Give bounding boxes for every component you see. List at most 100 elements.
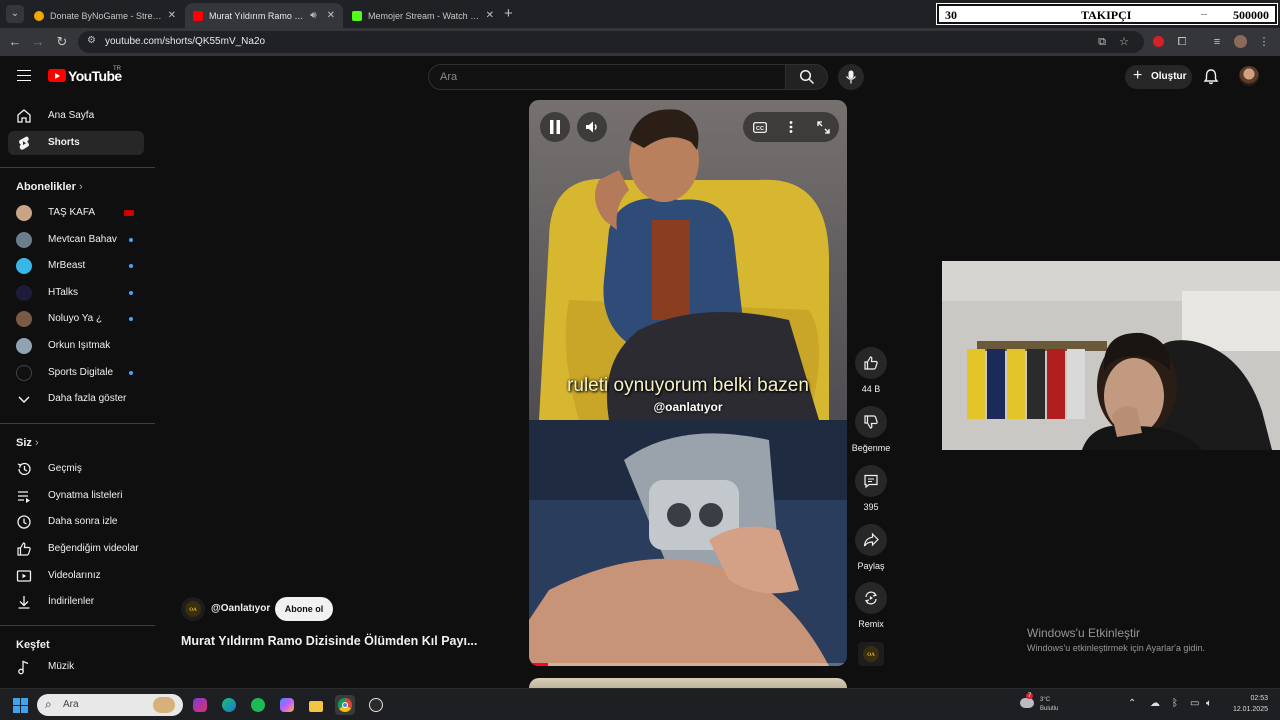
bookmark-star-icon[interactable]: ☆ xyxy=(1116,34,1132,50)
close-tab-icon[interactable]: ✕ xyxy=(486,10,494,21)
speaker-icon[interactable]: 🔊︎ xyxy=(310,10,316,21)
sidebar-item-home[interactable]: Ana Sayfa xyxy=(8,104,144,128)
search-button[interactable] xyxy=(786,64,828,90)
remix-button[interactable]: Remix xyxy=(855,582,887,629)
subscription-item[interactable]: Orkun Işıtmak xyxy=(8,334,144,358)
subscription-item[interactable]: Mevtcan Bahav xyxy=(8,228,144,252)
tab-title: Memojer Stream - Watch Live xyxy=(368,10,480,21)
new-tab-icon[interactable]: + xyxy=(504,5,513,22)
short-title[interactable]: Murat Yıldırım Ramo Dizisinde Ölümden Kı… xyxy=(181,634,477,648)
dislike-button[interactable]: Beğenme xyxy=(852,406,890,453)
share-button[interactable]: Paylaş xyxy=(855,524,887,571)
clock-time: 02:53 xyxy=(1250,695,1268,702)
voice-search-button[interactable] xyxy=(838,64,864,90)
you-heading[interactable]: Siz › xyxy=(16,437,39,449)
close-tab-icon[interactable]: ✕ xyxy=(168,10,176,21)
show-hidden-icons-chevron-icon[interactable]: ⌃ xyxy=(1128,698,1136,709)
account-avatar[interactable] xyxy=(1239,66,1259,86)
sidebar-item-liked[interactable]: Beğendiğim videolar xyxy=(8,537,144,561)
sidebar-item-music[interactable]: Müzik xyxy=(8,655,144,679)
menu-icon[interactable] xyxy=(17,70,31,81)
address-bar[interactable]: ⚙︎ youtube.com/shorts/QK55mV_Na2o xyxy=(78,31,1144,53)
youtube-logo-icon[interactable] xyxy=(48,69,66,82)
pause-button[interactable] xyxy=(540,112,570,142)
channel-name[interactable]: @Oanlatıyor xyxy=(211,603,270,614)
show-more-button[interactable]: Daha fazla göster xyxy=(8,387,144,411)
tab-title: Donate ByNoGame - Streamer xyxy=(50,10,162,21)
create-button[interactable]: + Oluştur xyxy=(1125,65,1192,89)
comments-button[interactable]: 395 xyxy=(855,465,887,512)
subscription-item[interactable]: Sports Digitale xyxy=(8,361,144,385)
taskbar-search-box[interactable]: ⌕ Ara xyxy=(37,694,183,716)
tab-kick-stream[interactable]: Memojer Stream - Watch Live ✕ xyxy=(344,3,502,28)
taskbar-search-text: Ara xyxy=(63,699,79,710)
volume-button[interactable] xyxy=(577,112,607,142)
chrome-app-icon[interactable] xyxy=(335,695,355,715)
short-video-player[interactable]: CC ruleti oynuyorum belki bazen @oanlatı… xyxy=(529,100,847,666)
weather-notification-badge: 7 xyxy=(1026,693,1034,699)
like-count: 44 B xyxy=(861,384,881,394)
tab-donate[interactable]: Donate ByNoGame - Streamer ✕ xyxy=(26,3,184,28)
sidebar-item-playlists[interactable]: Oynatma listeleri xyxy=(8,484,144,508)
sidebar-item-watch-later[interactable]: Daha sonra izle xyxy=(8,510,144,534)
network-icon[interactable]: ☁︎ xyxy=(1150,698,1160,709)
svg-text:CC: CC xyxy=(756,126,764,132)
notifications-bell-icon[interactable] xyxy=(1202,68,1220,86)
extension-red-icon[interactable] xyxy=(1150,34,1166,50)
instagram-app-icon[interactable] xyxy=(190,695,210,715)
windows-start-icon[interactable] xyxy=(13,698,28,713)
reload-icon[interactable]: ↻ xyxy=(54,34,70,50)
subscriptions-heading[interactable]: Abonelikler › xyxy=(16,181,83,193)
subscription-item[interactable]: TAŞ KAFA xyxy=(8,201,144,225)
new-content-dot-icon xyxy=(129,317,133,321)
back-icon[interactable]: ← xyxy=(7,34,23,50)
taskbar-clock[interactable]: 02:53 12.01.2025 xyxy=(1222,693,1268,715)
sidebar-item-downloads[interactable]: İndirilenler xyxy=(8,590,144,614)
captions-icon[interactable]: CC xyxy=(753,122,767,133)
weather-widget[interactable]: 7 3°C Bulutlu xyxy=(1020,693,1070,715)
more-options-icon[interactable] xyxy=(789,121,793,133)
subscription-item[interactable]: HTalks xyxy=(8,281,144,305)
close-tab-icon[interactable]: ✕ xyxy=(327,10,335,21)
extensions-puzzle-icon[interactable]: ⧠ xyxy=(1174,34,1190,50)
search-input[interactable] xyxy=(429,65,785,89)
channel-avatar[interactable]: OA xyxy=(181,597,205,621)
obs-app-icon[interactable] xyxy=(366,695,386,715)
fullscreen-icon[interactable] xyxy=(817,121,830,134)
sidebar-item-shorts[interactable]: Shorts xyxy=(8,131,144,155)
site-info-icon[interactable]: ⚙︎ xyxy=(87,35,96,46)
bynogame-favicon-icon xyxy=(34,10,44,21)
weather-description: Bulutlu xyxy=(1040,706,1059,712)
speaker-tray-icon[interactable]: 🔈︎ xyxy=(1206,698,1212,709)
edge-app-icon[interactable] xyxy=(219,695,239,715)
subscription-item[interactable]: Noluyo Ya ¿ xyxy=(8,307,144,331)
video-progress-bar[interactable] xyxy=(529,663,847,666)
live-indicator-icon xyxy=(124,210,134,216)
follower-label: TAKIPÇI xyxy=(1081,8,1132,22)
subscribe-button[interactable]: Abone ol xyxy=(275,597,333,621)
windows-taskbar: ⌕ Ara 7 3°C Bulutlu ⌃ ☁︎ ᛒ ▭ 🔈︎ 02:53 12… xyxy=(0,688,1280,720)
tab-search-icon[interactable]: ⌄ xyxy=(6,5,24,23)
channel-thumbnail[interactable]: OA xyxy=(858,642,884,666)
downloads-icon xyxy=(18,596,30,609)
spotify-app-icon[interactable] xyxy=(248,695,268,715)
like-button[interactable]: 44 B xyxy=(855,347,887,394)
video-frame-interview xyxy=(529,100,847,420)
reading-list-icon[interactable]: ≡ xyxy=(1209,34,1225,50)
subscription-item[interactable]: MrBeast xyxy=(8,254,144,278)
bluetooth-icon[interactable]: ᛒ xyxy=(1172,698,1178,709)
windows-activation-subtitle: Windows'u etkinleştirmek için Ayarlar'a … xyxy=(1027,643,1205,653)
forward-icon[interactable]: → xyxy=(30,34,46,50)
copilot-app-icon[interactable] xyxy=(277,695,297,715)
sidebar-item-your-videos[interactable]: Videolarınız xyxy=(8,564,144,588)
sidebar-item-history[interactable]: Geçmiş xyxy=(8,457,144,481)
display-icon[interactable]: ▭ xyxy=(1190,698,1199,709)
video-subtitle: ruleti oynuyorum belki bazen xyxy=(567,375,809,396)
file-explorer-app-icon[interactable] xyxy=(306,695,326,715)
subscription-name: Noluyo Ya ¿ xyxy=(48,313,103,324)
profile-icon[interactable] xyxy=(1232,34,1248,50)
chrome-menu-icon[interactable]: ⋮ xyxy=(1256,34,1272,50)
tab-youtube-short[interactable]: Murat Yıldırım Ramo Dizisi 🔊︎ ✕ xyxy=(185,3,343,28)
search-box[interactable] xyxy=(428,64,786,90)
install-app-icon[interactable]: ⧉ xyxy=(1094,34,1110,50)
